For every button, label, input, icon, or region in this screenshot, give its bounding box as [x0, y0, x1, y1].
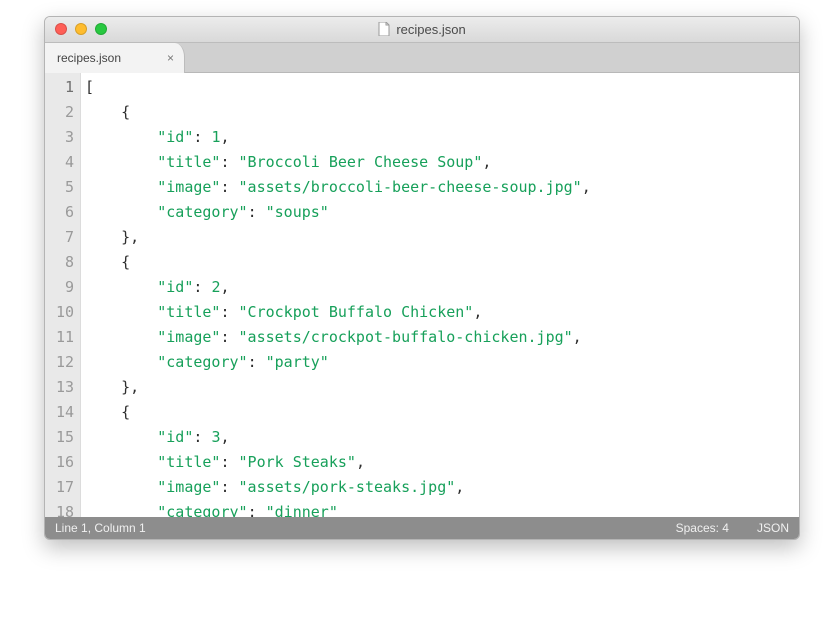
file-icon	[378, 22, 390, 36]
tabstrip: recipes.json ×	[45, 43, 799, 73]
line-number: 12	[45, 350, 74, 375]
line-number: 17	[45, 475, 74, 500]
code-content[interactable]: [ { "id": 1, "title": "Broccoli Beer Che…	[81, 73, 799, 518]
code-line: },	[85, 375, 799, 400]
code-line: },	[85, 225, 799, 250]
line-number: 10	[45, 300, 74, 325]
code-line: "category": "dinner"	[85, 500, 799, 518]
line-number: 11	[45, 325, 74, 350]
line-number: 2	[45, 100, 74, 125]
tab-label: recipes.json	[57, 51, 121, 65]
minimize-window-button[interactable]	[75, 23, 87, 35]
line-number: 13	[45, 375, 74, 400]
code-line: "title": "Broccoli Beer Cheese Soup",	[85, 150, 799, 175]
line-number: 16	[45, 450, 74, 475]
line-number-gutter: 123456789101112131415161718	[45, 73, 81, 518]
code-line: "id": 2,	[85, 275, 799, 300]
window-title: recipes.json	[45, 22, 799, 37]
code-line: "category": "party"	[85, 350, 799, 375]
code-line: "title": "Pork Steaks",	[85, 450, 799, 475]
close-tab-icon[interactable]: ×	[167, 51, 174, 65]
line-number: 7	[45, 225, 74, 250]
code-line: "title": "Crockpot Buffalo Chicken",	[85, 300, 799, 325]
code-line: {	[85, 400, 799, 425]
tab-recipes-json[interactable]: recipes.json ×	[45, 43, 185, 73]
line-number: 8	[45, 250, 74, 275]
code-line: "id": 1,	[85, 125, 799, 150]
window-title-text: recipes.json	[396, 22, 465, 37]
code-line: "image": "assets/broccoli-beer-cheese-so…	[85, 175, 799, 200]
editor-window: recipes.json recipes.json × 123456789101…	[44, 16, 800, 540]
line-number: 9	[45, 275, 74, 300]
line-number: 6	[45, 200, 74, 225]
line-number: 18	[45, 500, 74, 518]
code-line: "image": "assets/crockpot-buffalo-chicke…	[85, 325, 799, 350]
line-number: 1	[45, 75, 74, 100]
line-number: 15	[45, 425, 74, 450]
statusbar: Line 1, Column 1 Spaces: 4 JSON	[45, 517, 799, 539]
code-line: "id": 3,	[85, 425, 799, 450]
code-line: [	[85, 75, 799, 100]
line-number: 14	[45, 400, 74, 425]
code-line: {	[85, 250, 799, 275]
cursor-position[interactable]: Line 1, Column 1	[55, 521, 146, 535]
code-line: "image": "assets/pork-steaks.jpg",	[85, 475, 799, 500]
line-number: 4	[45, 150, 74, 175]
line-number: 3	[45, 125, 74, 150]
line-number: 5	[45, 175, 74, 200]
indent-setting[interactable]: Spaces: 4	[676, 521, 729, 535]
titlebar: recipes.json	[45, 17, 799, 43]
editor-area[interactable]: 123456789101112131415161718 [ { "id": 1,…	[45, 73, 799, 518]
syntax-setting[interactable]: JSON	[757, 521, 789, 535]
window-controls	[45, 23, 107, 35]
close-window-button[interactable]	[55, 23, 67, 35]
zoom-window-button[interactable]	[95, 23, 107, 35]
code-line: {	[85, 100, 799, 125]
code-line: "category": "soups"	[85, 200, 799, 225]
